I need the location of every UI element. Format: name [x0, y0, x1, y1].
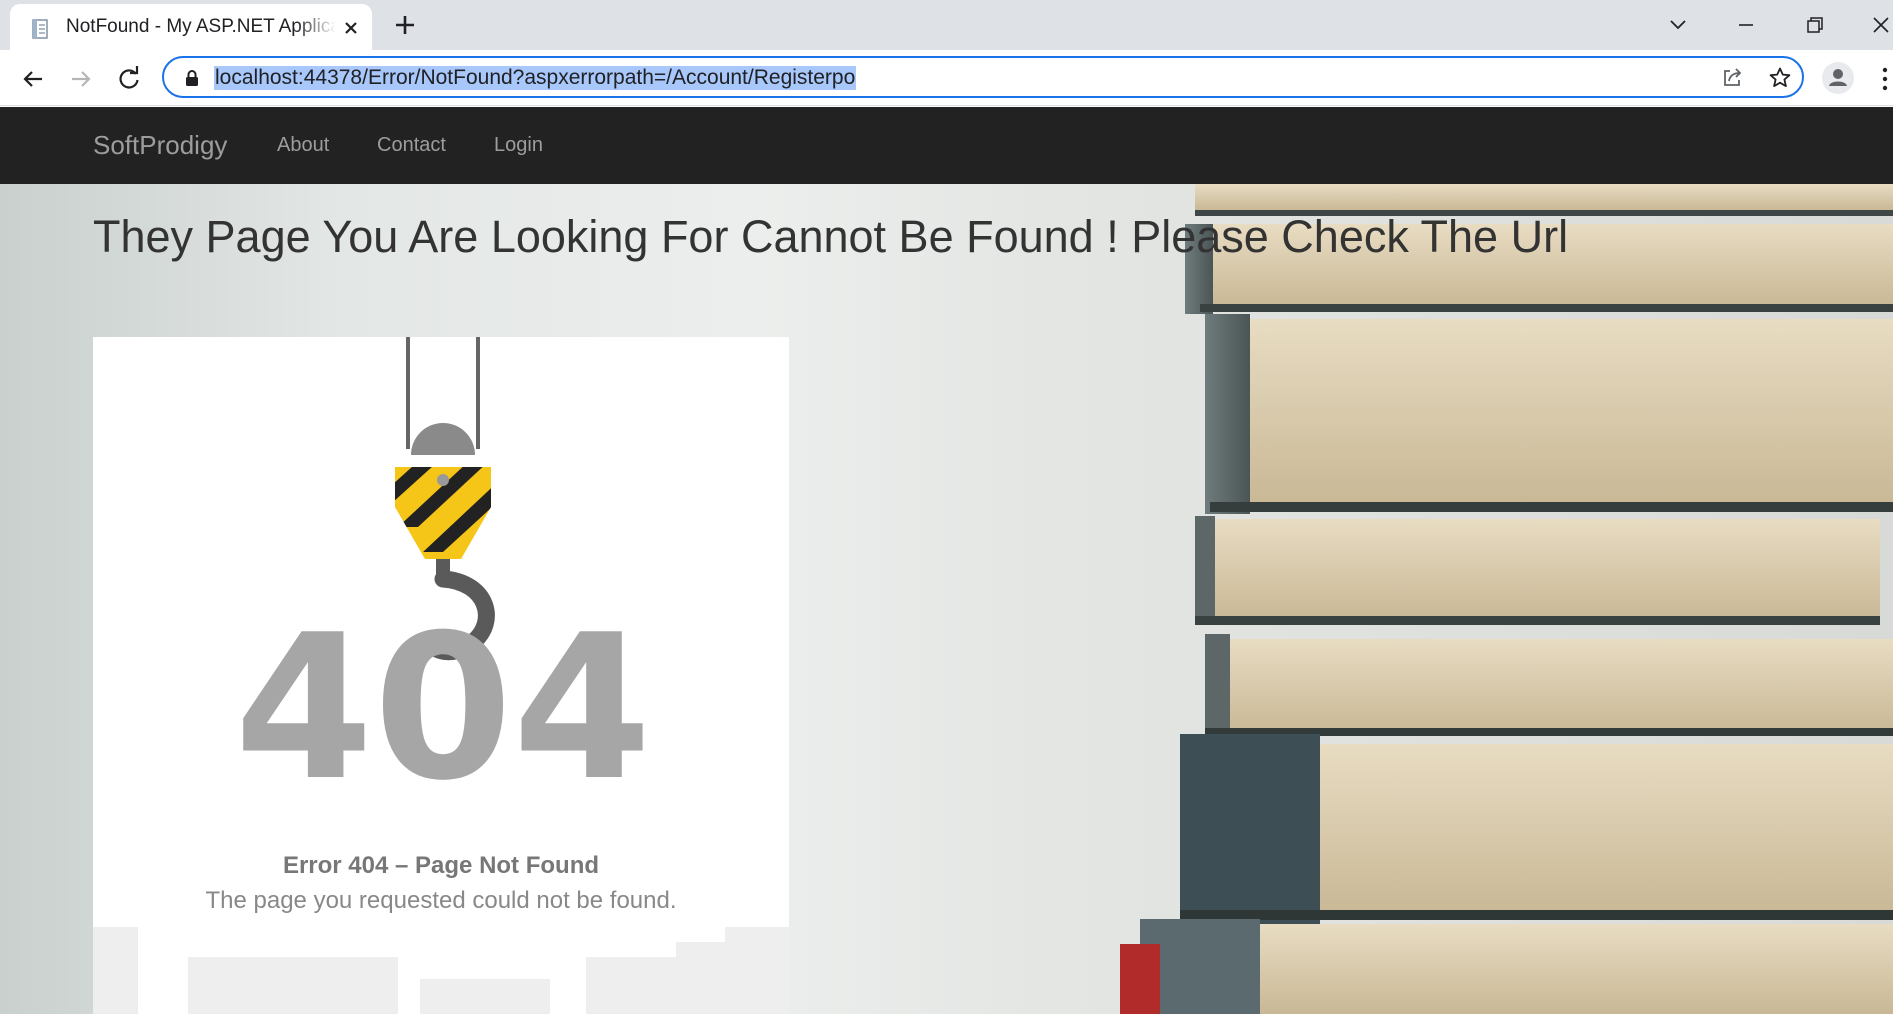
new-tab-icon[interactable] [392, 12, 418, 38]
tab-strip: NotFound - My ASP.NET Application [0, 0, 1893, 50]
city-skyline-graphic [93, 927, 789, 1014]
nav-link-about[interactable]: About [277, 134, 329, 157]
url-text[interactable]: localhost:44378/Error/NotFound?aspxerror… [214, 66, 857, 90]
forward-icon[interactable] [66, 64, 96, 94]
restore-icon[interactable] [1800, 10, 1830, 40]
error-404-image: 404 Error 404 – Page Not Found The page … [93, 337, 789, 1014]
person-icon [1829, 69, 1847, 86]
page-content: They Page You Are Looking For Cannot Be … [0, 184, 1893, 1014]
address-bar[interactable]: localhost:44378/Error/NotFound?aspxerror… [162, 56, 1804, 98]
document-icon [32, 19, 48, 39]
chevron-down-icon[interactable] [1663, 10, 1693, 40]
lock-icon[interactable] [184, 69, 200, 87]
nav-link-login[interactable]: Login [494, 134, 543, 157]
browser-tab[interactable]: NotFound - My ASP.NET Application [10, 4, 372, 50]
error-description: The page you requested could not be foun… [205, 887, 677, 914]
browser-toolbar: localhost:44378/Error/NotFound?aspxerror… [0, 50, 1893, 106]
page-heading: They Page You Are Looking For Cannot Be … [93, 211, 1569, 262]
site-navbar: SoftProdigy About Contact Login [0, 107, 1893, 184]
reload-icon[interactable] [114, 64, 144, 94]
bookmark-star-icon[interactable] [1768, 66, 1792, 90]
nav-link-contact[interactable]: Contact [377, 134, 446, 157]
share-icon[interactable] [1720, 66, 1744, 90]
close-window-icon[interactable] [1866, 10, 1893, 40]
brand-link[interactable]: SoftProdigy [93, 130, 227, 161]
minimize-icon[interactable] [1731, 10, 1761, 40]
error-code-text: 404 [234, 592, 651, 825]
profile-avatar[interactable] [1822, 62, 1854, 94]
error-title: Error 404 – Page Not Found [282, 852, 600, 879]
back-icon[interactable] [18, 64, 48, 94]
crane-hook-404-icon: 404 [234, 337, 652, 825]
close-tab-icon[interactable] [340, 17, 362, 39]
tab-title: NotFound - My ASP.NET Application [66, 16, 336, 37]
more-menu-icon[interactable] [1880, 66, 1890, 92]
